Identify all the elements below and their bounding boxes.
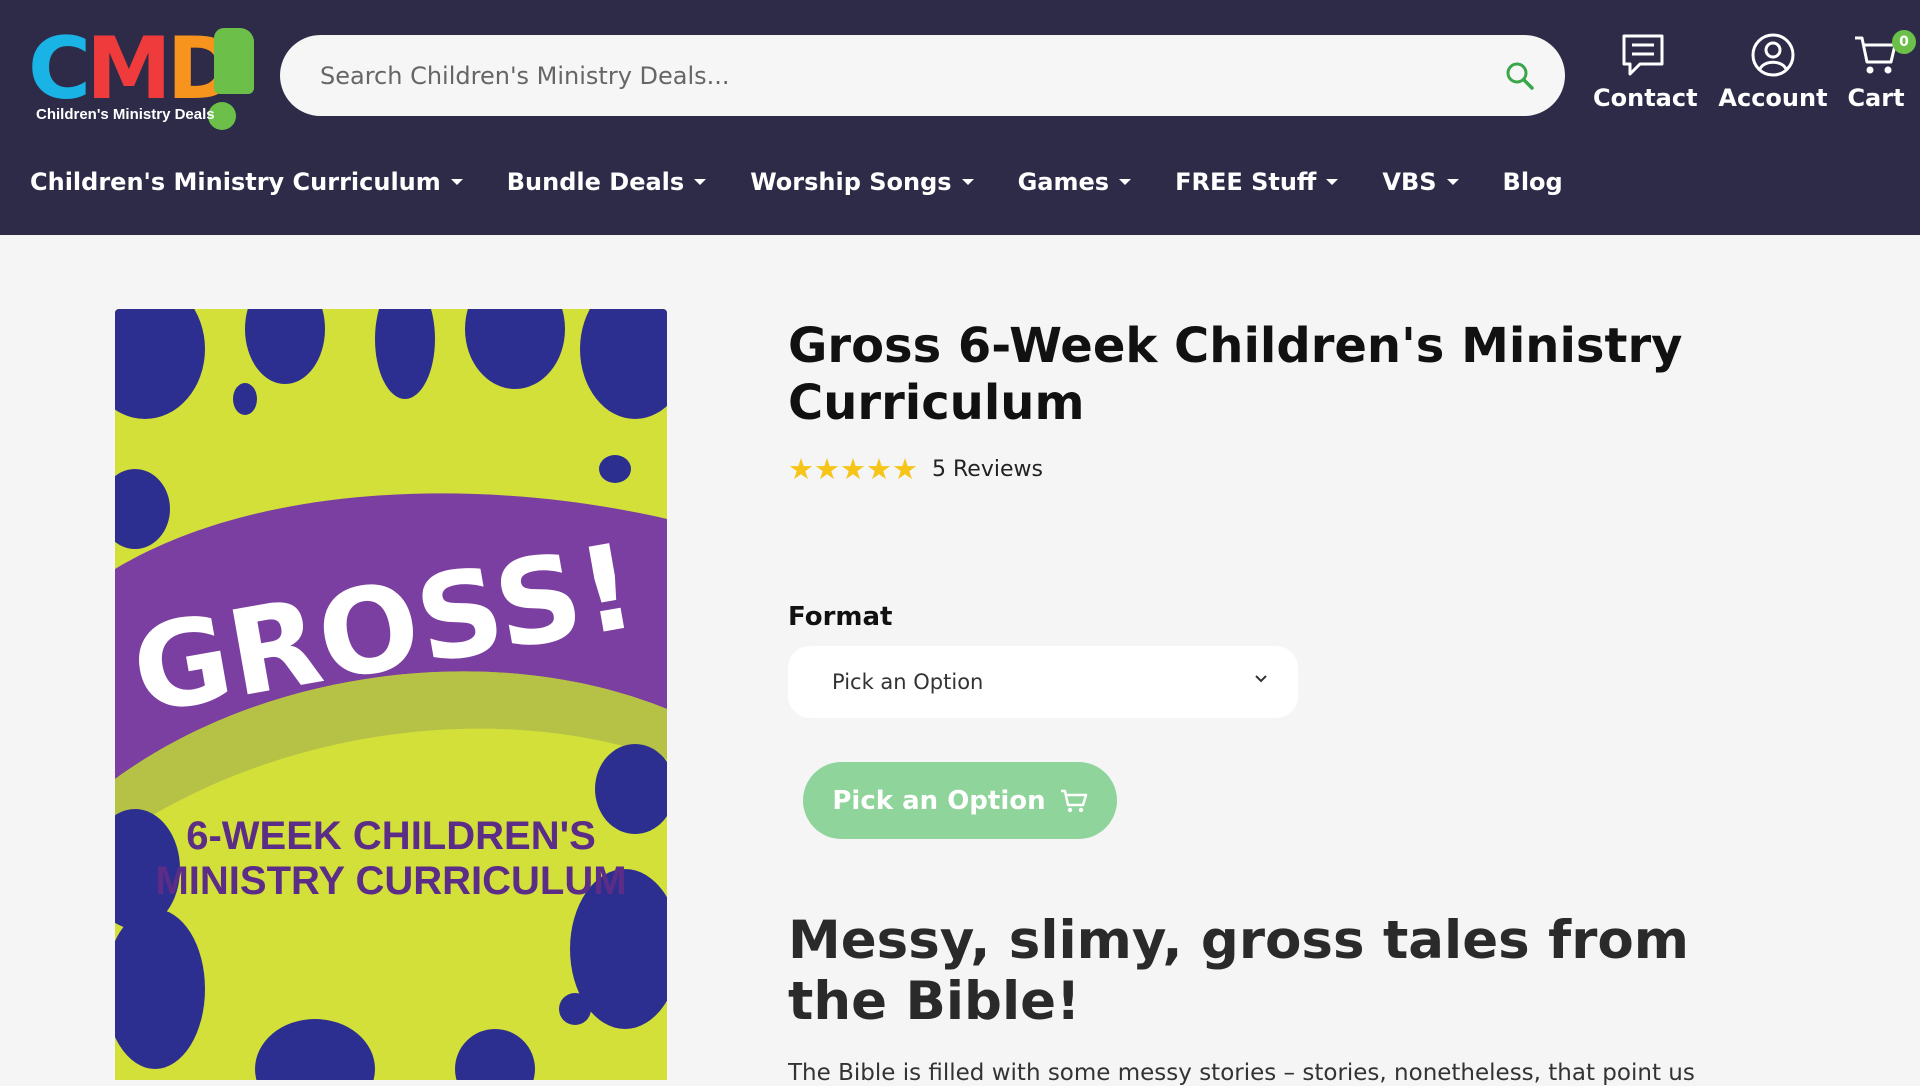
caret-down-icon (961, 179, 974, 185)
cart-label: Cart (1847, 84, 1905, 112)
logo-wordmark: CMD (28, 19, 238, 119)
cart-count-badge: 0 (1892, 30, 1916, 54)
nav-item-free-stuff[interactable]: FREE Stuff (1175, 160, 1339, 204)
cart-icon (1060, 789, 1087, 812)
nav-item-blog[interactable]: Blog (1503, 160, 1563, 204)
add-to-cart-label: Pick an Option (832, 785, 1046, 816)
format-label: Format (788, 602, 893, 632)
site-logo[interactable]: CMD Children's Ministry Deals (28, 24, 256, 134)
nav-item-vbs[interactable]: VBS (1382, 160, 1459, 204)
product-image[interactable]: GROSS! 6-WEEK CHILDREN'S MINISTRY CURRIC… (115, 309, 667, 1080)
contact-button[interactable]: Contact (1593, 32, 1698, 122)
logo-tagline: Children's Ministry Deals (36, 106, 215, 123)
nav-item-bundle-deals[interactable]: Bundle Deals (507, 160, 707, 204)
product-headline: Messy, slimy, gross tales from the Bible… (788, 910, 1689, 1032)
nav-item-worship-songs[interactable]: Worship Songs (750, 160, 974, 204)
caret-down-icon (694, 179, 707, 185)
format-select-value: Pick an Option (832, 670, 984, 694)
account-button[interactable]: Account (1718, 32, 1828, 122)
caret-down-icon (1326, 179, 1339, 185)
account-label: Account (1718, 84, 1828, 112)
cover-subtitle-1: 6-WEEK CHILDREN'S (186, 814, 596, 858)
cart-button[interactable]: 0 Cart (1846, 30, 1916, 122)
nav-item-games[interactable]: Games (1018, 160, 1132, 204)
cover-subtitle-2: MINISTRY CURRICULUM (155, 859, 626, 903)
main-nav: Children's Ministry Curriculum Bundle De… (30, 160, 1607, 204)
star-rating-icons: ★★★★★ (788, 452, 918, 486)
nav-item-curriculum[interactable]: Children's Ministry Curriculum (30, 160, 463, 204)
product-title: Gross 6-Week Children's Ministry Curricu… (788, 318, 1683, 431)
site-header: CMD Children's Ministry Deals Contact Ac… (0, 0, 1920, 235)
caret-down-icon (450, 179, 463, 185)
caret-down-icon (1446, 179, 1459, 185)
contact-label: Contact (1593, 84, 1698, 112)
chat-icon (1622, 34, 1664, 76)
add-to-cart-button[interactable]: Pick an Option (803, 762, 1117, 839)
search-icon[interactable] (1505, 61, 1535, 91)
product-rating[interactable]: ★★★★★ 5 Reviews (788, 452, 1043, 486)
search-bar (280, 35, 1565, 116)
user-icon (1751, 33, 1795, 77)
caret-down-icon (1119, 179, 1132, 185)
logo-exclamation (214, 28, 254, 94)
product-description: The Bible is filled with some messy stor… (788, 1060, 1695, 1086)
chevron-down-icon (1255, 675, 1267, 683)
product-cover-art: GROSS! 6-WEEK CHILDREN'S MINISTRY CURRIC… (115, 309, 667, 1080)
reviews-count-link[interactable]: 5 Reviews (932, 457, 1043, 482)
format-select[interactable]: Pick an Option (788, 646, 1298, 718)
search-input[interactable] (320, 35, 1470, 116)
